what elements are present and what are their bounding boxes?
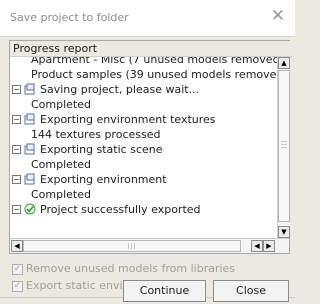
report-line: Exporting environment: [40, 173, 167, 186]
collapse-icon[interactable]: −: [12, 85, 21, 94]
remove-unused-label: Remove unused models from libraries: [26, 262, 236, 275]
report-line: Project successfully exported: [40, 203, 201, 216]
continue-button[interactable]: Continue: [123, 280, 206, 302]
horizontal-scrollbar[interactable]: ◀ ◀ ▶: [10, 238, 289, 253]
collapse-icon[interactable]: −: [12, 145, 21, 154]
collapse-icon[interactable]: −: [12, 115, 21, 124]
report-line: Completed: [31, 98, 91, 111]
vertical-scrollbar[interactable]: ▲ ▼: [277, 57, 290, 238]
report-line: 144 textures processed: [31, 128, 161, 141]
report-line: Product samples (39 unused models remove…: [31, 68, 277, 81]
report-line: Completed: [31, 188, 91, 201]
success-check-icon: [24, 203, 36, 215]
report-line: Exporting environment textures: [40, 113, 216, 126]
export-static-checkbox[interactable]: ✓: [12, 281, 23, 292]
vertical-scroll-thumb[interactable]: [278, 70, 290, 222]
title-bar: Save project to folder ✕: [0, 0, 295, 37]
progress-report-header: Progress report: [10, 41, 292, 57]
disk-icon: [24, 143, 35, 155]
disk-icon: [24, 83, 35, 95]
disk-icon: [24, 173, 35, 185]
report-line: Apartment - Misc (7 unused models remove…: [31, 57, 277, 66]
collapse-icon[interactable]: −: [12, 205, 21, 214]
report-line: Completed: [31, 158, 91, 171]
disk-icon: [24, 113, 35, 125]
report-line: Exporting static scene: [40, 143, 163, 156]
progress-report-list[interactable]: Apartment - Misc (7 unused models remove…: [10, 57, 277, 238]
progress-report-panel: Progress report Apartment - Misc (7 unus…: [9, 40, 292, 254]
horizontal-scroll-thumb[interactable]: [23, 240, 241, 252]
close-icon[interactable]: ✕: [271, 6, 285, 26]
scroll-right-icon[interactable]: ▶: [263, 240, 275, 252]
scroll-up-icon[interactable]: ▲: [278, 57, 290, 69]
close-button[interactable]: Close: [213, 280, 289, 302]
scroll-down-icon[interactable]: ▼: [278, 226, 290, 238]
collapse-icon[interactable]: −: [12, 175, 21, 184]
report-line: Saving project, please wait...: [40, 83, 200, 96]
scroll-left-icon[interactable]: ◀: [11, 240, 23, 252]
dialog-title: Save project to folder: [10, 11, 129, 24]
remove-unused-checkbox[interactable]: ✓: [12, 264, 23, 275]
scroll-left-icon[interactable]: ◀: [251, 240, 263, 252]
